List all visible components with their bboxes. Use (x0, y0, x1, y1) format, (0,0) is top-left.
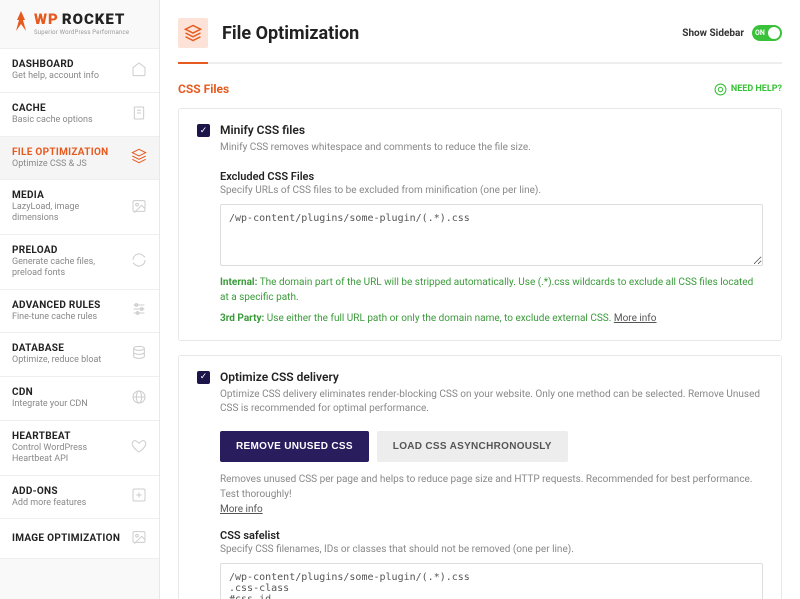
optimize-css-label: Optimize CSS delivery (220, 370, 339, 384)
nav-desc: Get help, account info (12, 71, 125, 82)
plus-icon (131, 487, 147, 506)
logo-tagline: Superior WordPress Performance (12, 29, 147, 36)
sliders-icon (131, 301, 147, 320)
section-title: CSS Files (178, 82, 229, 96)
sidebar-item-database[interactable]: DATABASEOptimize, reduce bloat (0, 333, 159, 377)
home-icon (131, 61, 147, 80)
nav-label: CDN (12, 387, 125, 398)
nav-label: DASHBOARD (12, 59, 125, 70)
sidebar-item-preload[interactable]: PRELOADGenerate cache files, preload fon… (0, 235, 159, 290)
thirdparty-note: 3rd Party: Use either the full URL path … (220, 311, 763, 326)
show-sidebar-label: Show Sidebar (682, 28, 744, 39)
nav-label: HEARTBEAT (12, 431, 125, 442)
sidebar: WPROCKET Superior WordPress Performance … (0, 0, 160, 599)
remove-unused-desc: Removes unused CSS per page and helps to… (220, 472, 763, 517)
help-icon (714, 83, 727, 96)
sidebar-item-media[interactable]: MEDIALazyLoad, image dimensions (0, 180, 159, 235)
nav-desc: Control WordPress Heartbeat API (12, 443, 125, 465)
nav-desc: Basic cache options (12, 115, 125, 126)
excluded-css-desc: Specify URLs of CSS files to be excluded… (220, 185, 763, 196)
image-icon (131, 529, 147, 548)
sidebar-item-cache[interactable]: CACHEBasic cache options (0, 93, 159, 137)
main-content: File Optimization Show Sidebar ON CSS Fi… (160, 0, 800, 599)
minify-css-checkbox[interactable]: ✓ (197, 124, 210, 137)
globe-icon (131, 389, 147, 408)
nav-label: FILE OPTIMIZATION (12, 147, 125, 158)
sidebar-item-advanced-rules[interactable]: ADVANCED RULESFine-tune cache rules (0, 290, 159, 334)
excluded-css-label: Excluded CSS Files (220, 170, 763, 183)
nav-desc: Integrate your CDN (12, 399, 125, 410)
nav-desc: Optimize, reduce bloat (12, 355, 125, 366)
logo-wp: WP (34, 10, 59, 28)
refresh-icon (131, 252, 147, 271)
sidebar-item-heartbeat[interactable]: HEARTBEATControl WordPress Heartbeat API (0, 421, 159, 476)
need-help-link[interactable]: NEED HELP? (714, 83, 782, 96)
file-icon (131, 105, 147, 124)
page-title: File Optimization (222, 23, 359, 44)
minify-css-desc: Minify CSS removes whitespace and commen… (220, 141, 763, 156)
logo: WPROCKET Superior WordPress Performance (0, 0, 159, 49)
minify-css-label: Minify CSS files (220, 123, 305, 137)
page-header: File Optimization Show Sidebar ON (178, 0, 782, 64)
sidebar-item-image-optimization[interactable]: IMAGE OPTIMIZATION (0, 519, 159, 559)
nav-label: ADVANCED RULES (12, 300, 125, 311)
nav-desc: Fine-tune cache rules (12, 312, 125, 323)
sidebar-item-add-ons[interactable]: ADD-ONSAdd more features (0, 476, 159, 520)
css-safelist-input[interactable] (220, 563, 763, 599)
nav-label: CACHE (12, 103, 125, 114)
nav-desc: Generate cache files, preload fonts (12, 257, 125, 279)
sidebar-item-dashboard[interactable]: DASHBOARDGet help, account info (0, 49, 159, 93)
css-safelist-label: CSS safelist (220, 529, 763, 542)
heart-icon (131, 438, 147, 457)
optimize-css-checkbox[interactable]: ✓ (197, 371, 210, 384)
logo-rocket: ROCKET (62, 10, 126, 28)
nav-label: PRELOAD (12, 245, 125, 256)
more-info-link-2[interactable]: More info (220, 504, 263, 515)
internal-note: Internal: The domain part of the URL wil… (220, 275, 763, 305)
more-info-link[interactable]: More info (614, 313, 657, 324)
image-icon (131, 198, 147, 217)
load-css-async-button[interactable]: LOAD CSS ASYNCHRONOUSLY (377, 431, 568, 462)
nav-desc: LazyLoad, image dimensions (12, 202, 125, 224)
sidebar-item-file-optimization[interactable]: FILE OPTIMIZATIONOptimize CSS & JS (0, 137, 159, 181)
sidebar-item-cdn[interactable]: CDNIntegrate your CDN (0, 377, 159, 421)
optimize-css-desc: Optimize CSS delivery eliminates render-… (220, 388, 763, 417)
nav-label: MEDIA (12, 190, 125, 201)
excluded-css-input[interactable] (220, 204, 763, 266)
css-safelist-desc: Specify CSS filenames, IDs or classes th… (220, 544, 763, 555)
layers-icon (131, 148, 147, 167)
nav-label: ADD-ONS (12, 486, 125, 497)
nav-desc: Optimize CSS & JS (12, 159, 125, 170)
database-icon (131, 345, 147, 364)
sidebar-toggle[interactable]: ON (752, 25, 782, 41)
remove-unused-css-button[interactable]: REMOVE UNUSED CSS (220, 431, 369, 462)
nav-label: IMAGE OPTIMIZATION (12, 533, 125, 544)
layers-icon (178, 18, 208, 48)
nav-label: DATABASE (12, 343, 125, 354)
optimize-css-card: ✓ Optimize CSS delivery Optimize CSS del… (178, 355, 782, 599)
minify-css-card: ✓ Minify CSS files Minify CSS removes wh… (178, 108, 782, 341)
nav-desc: Add more features (12, 498, 125, 509)
